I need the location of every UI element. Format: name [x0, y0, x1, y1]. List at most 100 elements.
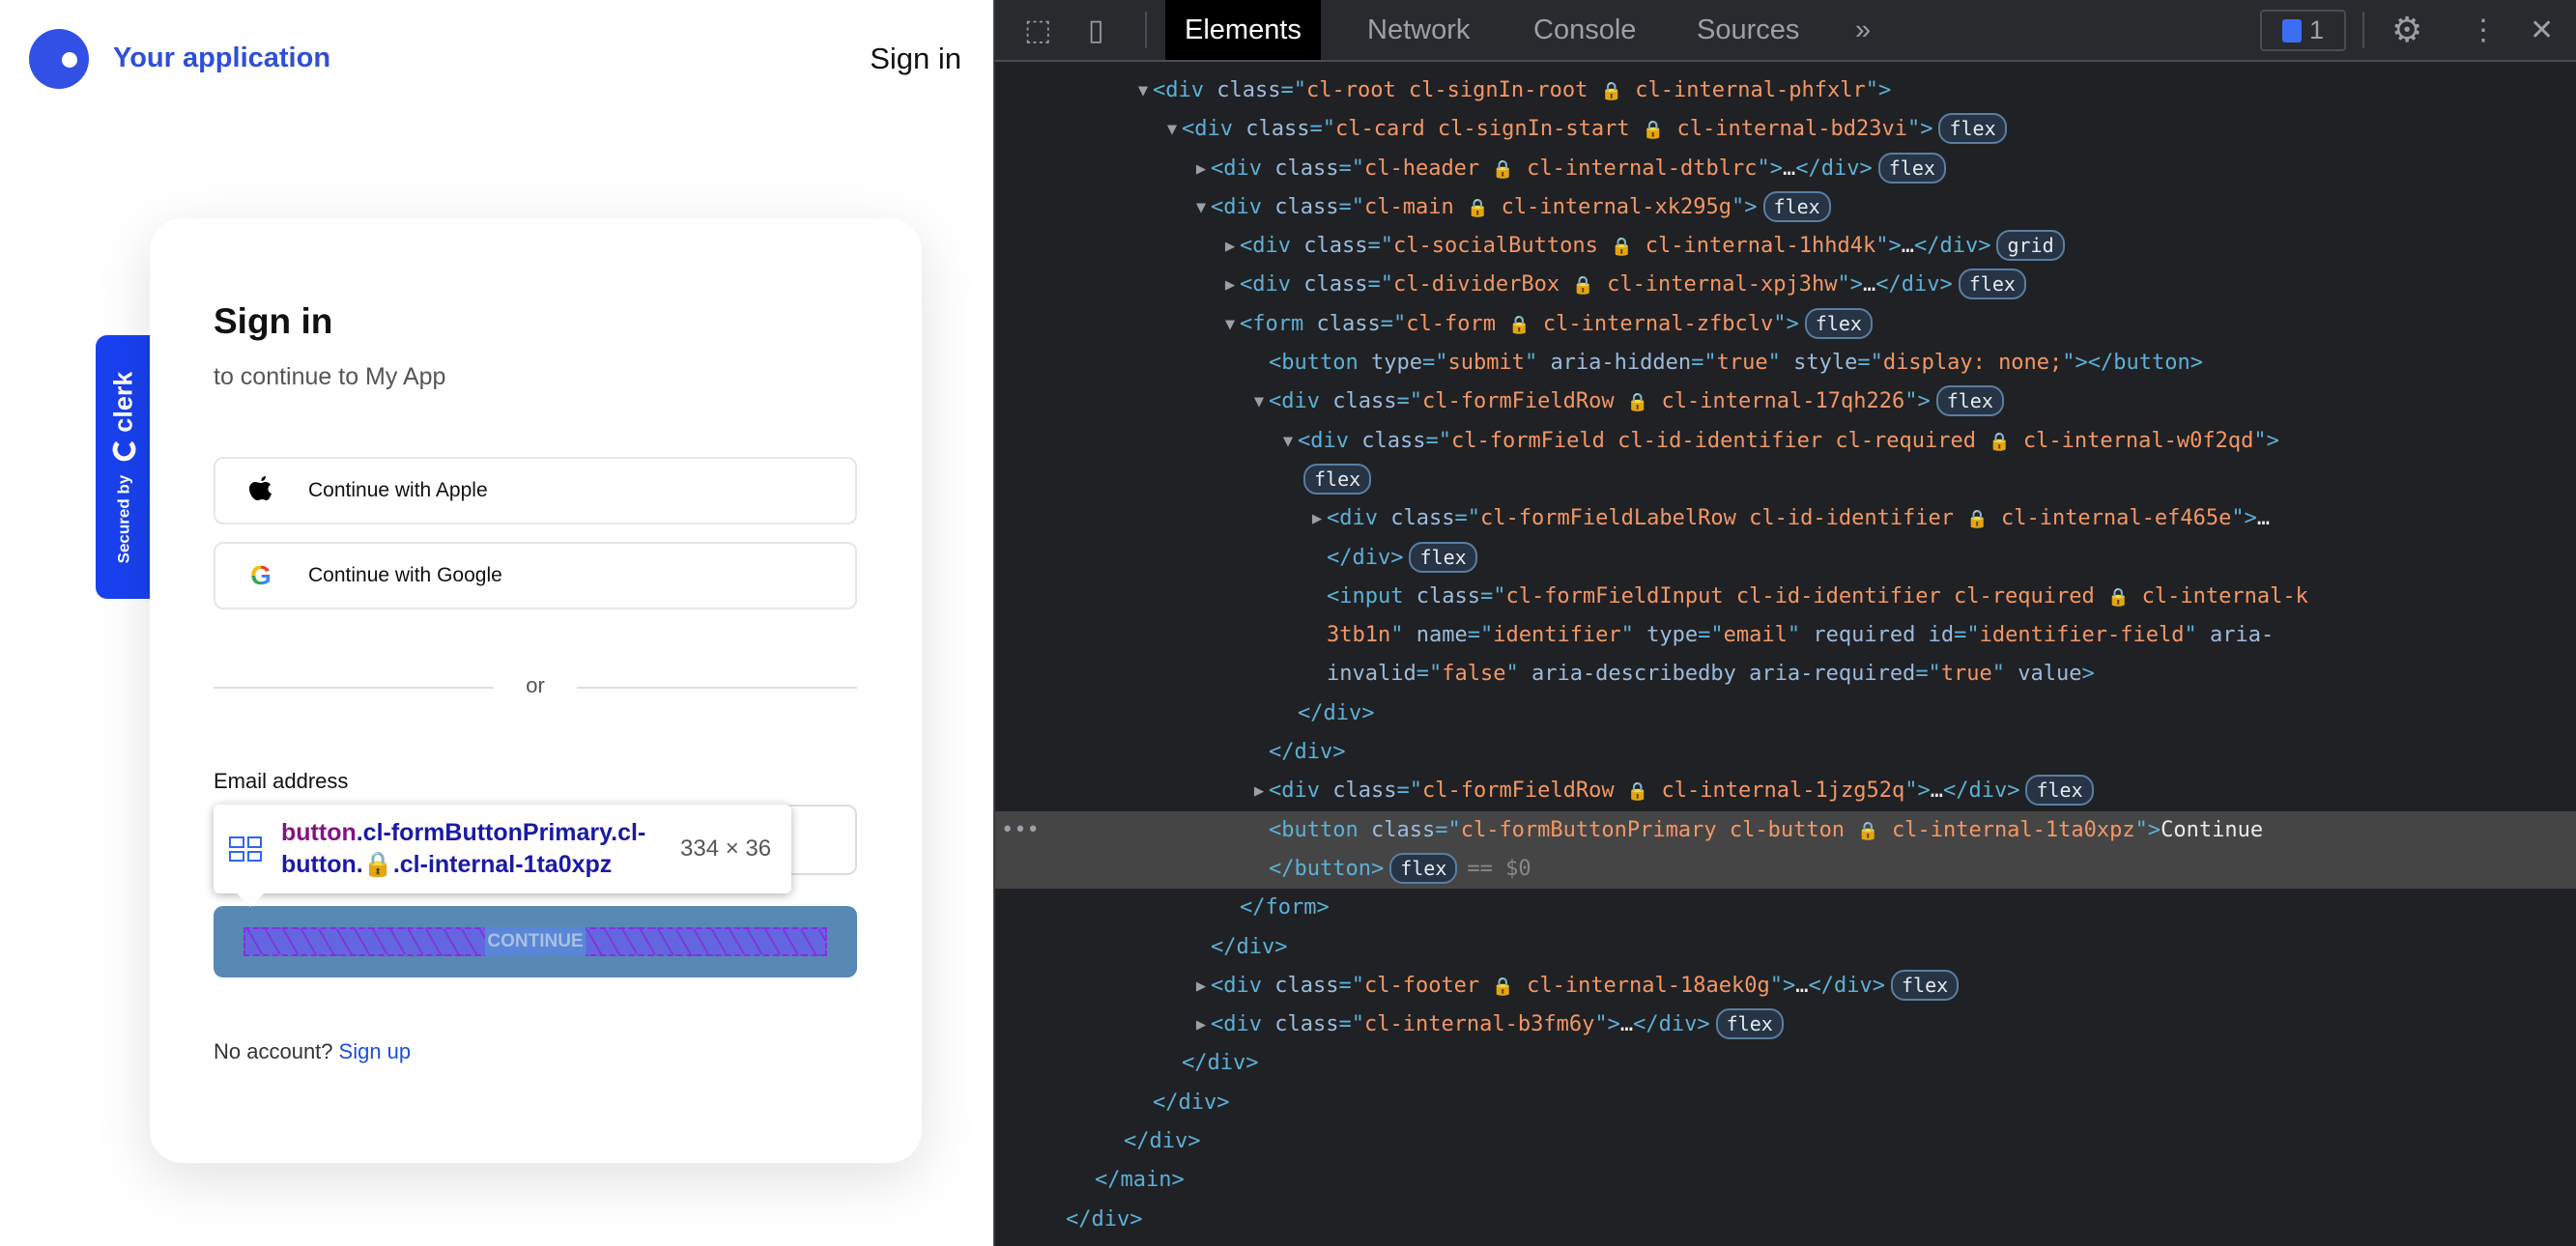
layout-badge[interactable]: flex [1715, 1008, 1784, 1040]
tag-token: =" [1309, 117, 1335, 142]
attr-value: cl-internal-b3fm6y [1363, 1012, 1595, 1037]
dom-node[interactable]: ▶ <div class="cl-header 🔒 cl-internal-dtb… [995, 150, 2576, 188]
card-subtitle: to continue to My App [214, 363, 446, 390]
expand-triangle-icon[interactable]: ▶ [1191, 150, 1211, 188]
expand-triangle-icon[interactable]: ▶ [1220, 227, 1240, 266]
dom-node[interactable]: ▼ <div class="cl-main 🔒 cl-internal-xk295… [995, 188, 2576, 227]
expand-triangle-icon[interactable]: ▶ [1220, 266, 1240, 304]
attr-name: class [1332, 389, 1397, 414]
tag-token: </div> [1875, 272, 1953, 297]
tag-token: =" [1396, 389, 1422, 414]
layout-badge[interactable]: grid [1996, 230, 2065, 262]
clerk-logo: clerk [109, 371, 139, 462]
tag-token: =" [1698, 623, 1724, 648]
dom-node[interactable]: </div> [995, 694, 2576, 733]
dom-node[interactable]: </main> [995, 1161, 2576, 1200]
collapse-triangle-icon[interactable]: ▼ [1191, 188, 1211, 227]
dom-node-selected[interactable]: ••• <button class="cl-formButtonPrimary c… [995, 810, 2576, 850]
dom-node[interactable]: </div> [995, 928, 2576, 967]
dom-node[interactable]: 3tb1n" name="identifier" type="email" re… [995, 616, 2576, 655]
secured-by-clerk-badge[interactable]: Secured by clerk [96, 335, 152, 599]
text-node: Continue [2161, 817, 2264, 842]
dom-node[interactable]: ▼ <div class="cl-card cl-signIn-start 🔒 c… [995, 110, 2576, 149]
header-sign-in-link[interactable]: Sign in [870, 42, 961, 76]
tag-token: </div> [1298, 700, 1375, 725]
collapse-triangle-icon[interactable]: ▼ [1249, 382, 1269, 421]
tag-token: =" [1954, 623, 1980, 648]
layout-badge[interactable]: flex [1389, 852, 1458, 884]
collapse-triangle-icon[interactable]: ▼ [1162, 110, 1182, 149]
device-toolbar-icon[interactable]: ▯ [1088, 14, 1104, 47]
expand-triangle-icon[interactable]: ▶ [1307, 499, 1327, 538]
dom-node[interactable]: </div> flex [995, 539, 2576, 578]
text-node: … [2256, 506, 2271, 531]
app-name[interactable]: Your application [113, 42, 330, 74]
issues-button[interactable]: 1 [2260, 10, 2346, 51]
dom-node[interactable]: ▶ <div class="cl-internal-b3fm6y">…</div>… [995, 1005, 2576, 1044]
tab-elements[interactable]: Elements [1165, 0, 1321, 60]
dom-node[interactable]: invalid="false" aria-describedby aria-re… [995, 655, 2576, 694]
dom-node[interactable]: ▼ <div class="cl-root cl-signIn-root 🔒 cl… [995, 71, 2576, 110]
attr-name: class [1416, 583, 1480, 609]
tag-token: "> [1875, 234, 1902, 259]
dom-node[interactable]: flex [995, 461, 2576, 499]
sign-up-link[interactable]: Sign up [339, 1039, 412, 1063]
dom-node[interactable]: </div> [995, 733, 2576, 772]
dom-node-selected[interactable]: </button> flex == $0 [995, 849, 2576, 890]
tag-token: =" [1479, 583, 1506, 609]
more-tabs-button[interactable]: » [1855, 0, 1871, 60]
tab-network[interactable]: Network [1367, 0, 1470, 60]
dom-node[interactable]: </div> [995, 1201, 2576, 1239]
dom-node[interactable]: </form> [995, 889, 2576, 927]
dom-node[interactable]: ▼ <form class="cl-form 🔒 cl-internal-zfbc… [995, 305, 2576, 344]
layout-badge[interactable]: flex [1958, 269, 2026, 300]
app-logo[interactable] [29, 29, 89, 89]
lock-icon: 🔒 [1626, 781, 1649, 803]
layout-badge[interactable]: flex [1938, 113, 2007, 145]
tag-token: " [1505, 662, 1531, 687]
node-actions-icon[interactable]: ••• [1001, 811, 1040, 850]
dom-node[interactable]: ▶ <div class="cl-formFieldRow 🔒 cl-intern… [995, 772, 2576, 810]
continue-with-google-button[interactable]: G Continue with Google [214, 542, 857, 609]
collapse-triangle-icon[interactable]: ▼ [1278, 422, 1298, 461]
dom-node[interactable]: </div> [995, 1122, 2576, 1161]
tab-console[interactable]: Console [1533, 0, 1636, 60]
collapse-triangle-icon[interactable]: ▼ [1133, 71, 1153, 110]
close-icon[interactable]: ✕ [2530, 14, 2554, 47]
layout-badge[interactable]: flex [1762, 190, 1831, 222]
tag-token: =" [1435, 817, 1461, 842]
layout-badge[interactable]: flex [1935, 385, 2004, 417]
layout-badge[interactable]: flex [1409, 541, 1477, 573]
dom-node[interactable]: ▶ <div class="cl-dividerBox 🔒 cl-internal… [995, 266, 2576, 304]
dom-node[interactable]: ▶ <div class="cl-footer 🔒 cl-internal-18a… [995, 967, 2576, 1005]
text-node: … [1901, 234, 1914, 259]
layout-badge[interactable]: flex [1877, 152, 1946, 184]
dom-node[interactable]: ▼ <div class="cl-formFieldRow 🔒 cl-intern… [995, 382, 2576, 421]
gear-icon[interactable]: ⚙ [2391, 10, 2422, 50]
attr-name: style [1793, 351, 1858, 376]
tab-sources[interactable]: Sources [1697, 0, 1799, 60]
dom-node[interactable]: <button type="submit" aria-hidden="true"… [995, 344, 2576, 382]
clerk-logo-icon [112, 438, 135, 462]
more-vertical-icon[interactable]: ⋮ [2469, 14, 2498, 47]
inspect-highlight-overlay: CONTINUE [243, 927, 827, 956]
inspect-icon[interactable]: ⬚ [1024, 14, 1051, 47]
tag-token: "></button> [2062, 351, 2203, 376]
expand-triangle-icon[interactable]: ▶ [1191, 1005, 1211, 1044]
expand-triangle-icon[interactable]: ▶ [1191, 967, 1211, 1005]
dom-node[interactable]: </div> [995, 1044, 2576, 1083]
layout-badge[interactable]: flex [1303, 463, 1372, 495]
expand-triangle-icon[interactable]: ▶ [1249, 772, 1269, 810]
layout-badge[interactable]: flex [2025, 775, 2094, 807]
dom-node[interactable]: <input class="cl-formFieldInput cl-id-id… [995, 578, 2576, 616]
dom-node[interactable]: </div> [995, 1084, 2576, 1122]
dom-node[interactable]: ▶ <div class="cl-socialButtons 🔒 cl-inter… [995, 227, 2576, 266]
continue-with-apple-button[interactable]: Continue with Apple [214, 457, 857, 524]
layout-badge[interactable]: flex [1804, 307, 1873, 339]
collapse-triangle-icon[interactable]: ▼ [1220, 305, 1240, 344]
dom-node[interactable]: ▼ <div class="cl-formField cl-id-identifi… [995, 422, 2576, 461]
tag-token: <div [1211, 1012, 1275, 1037]
layout-badge[interactable]: flex [1890, 969, 1960, 1001]
dom-node[interactable]: ▶ <div class="cl-formFieldLabelRow cl-id-… [995, 499, 2576, 538]
continue-button[interactable]: CONTINUE [214, 906, 857, 977]
